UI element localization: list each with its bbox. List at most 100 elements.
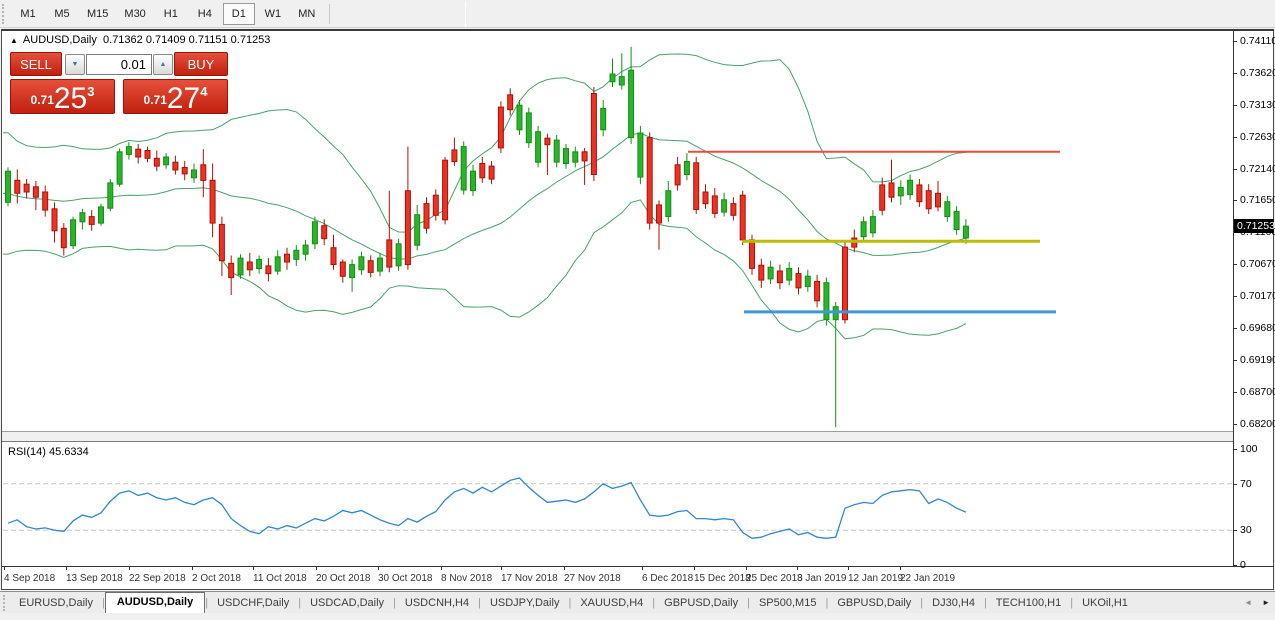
price-axis-label: 0.73620 — [1240, 67, 1275, 79]
sell-price-button[interactable]: 0.71253 — [10, 79, 115, 114]
symbol-tab-usdcnh-h4[interactable]: USDCNH,H4 — [396, 594, 478, 613]
date-axis-label: 13 Sep 2018 — [66, 573, 123, 584]
price-axis-label: 0.68700 — [1240, 386, 1275, 398]
symbol-tab-usdcad-daily[interactable]: USDCAD,Daily — [301, 594, 393, 613]
date-axis-label: 22 Jan 2019 — [900, 573, 955, 584]
rsi-axis-label: 0 — [1240, 559, 1246, 571]
date-axis-label: 17 Nov 2018 — [501, 573, 558, 584]
rsi-axis-tick — [1233, 449, 1237, 450]
chart-symbol-label: AUDUSD,Daily — [23, 34, 97, 46]
sell-price-pipette: 3 — [87, 84, 94, 99]
date-axis-label: 27 Nov 2018 — [564, 573, 621, 584]
pane-splitter[interactable] — [2, 441, 1233, 442]
lot-size-input[interactable]: 0.01 — [86, 54, 152, 75]
sell-button[interactable]: SELL — [10, 52, 62, 76]
price-axis-tick — [1233, 73, 1237, 74]
date-axis-tick — [694, 567, 695, 570]
status-strip — [0, 613, 1275, 620]
date-axis-label: 3 Jan 2019 — [797, 573, 847, 584]
date-axis-tick — [316, 567, 317, 570]
date-axis-label: 20 Oct 2018 — [316, 573, 370, 584]
date-axis-tick — [501, 567, 502, 570]
price-axis-tick — [1233, 296, 1237, 297]
symbol-tab-usdchf-daily[interactable]: USDCHF,Daily — [208, 594, 298, 613]
date-axis-label: 25 Dec 2018 — [746, 573, 803, 584]
date-axis-tick — [797, 567, 798, 570]
buy-price-pipette: 4 — [200, 84, 207, 99]
price-axis-tick — [1233, 41, 1237, 42]
symbol-tab-ukoil-h1[interactable]: UKOil,H1 — [1073, 594, 1137, 613]
current-price-badge: 0.71253 — [1234, 219, 1274, 233]
tab-scroll-right-icon[interactable]: ► — [1257, 598, 1275, 613]
date-axis-tick — [192, 567, 193, 570]
price-axis-tick — [1233, 328, 1237, 329]
rsi-axis-label: 30 — [1240, 524, 1252, 536]
pane-splitter-bg[interactable] — [2, 432, 1233, 441]
date-axis-label: 22 Sep 2018 — [129, 573, 186, 584]
date-axis-label: 8 Nov 2018 — [441, 573, 492, 584]
date-axis-label: 6 Dec 2018 — [642, 573, 693, 584]
lot-increase-button[interactable]: ▲ — [153, 54, 173, 75]
date-axis-tick — [900, 567, 901, 570]
price-axis-tick — [1233, 105, 1237, 106]
symbol-tab-usdjpy-daily[interactable]: USDJPY,Daily — [481, 594, 569, 613]
one-click-trade-panel: SELL ▼ 0.01 ▲ BUY 0.71253 0.71274 — [10, 50, 228, 114]
buy-price-base: 0.71 — [144, 93, 167, 107]
date-axis-tick — [4, 567, 5, 570]
price-axis-label: 0.74110 — [1240, 35, 1275, 47]
symbol-tab-dj30-h4[interactable]: DJ30,H4 — [923, 594, 984, 613]
buy-price-button[interactable]: 0.71274 — [123, 79, 228, 114]
price-axis-tick — [1233, 200, 1237, 201]
tab-scroll-left-icon[interactable]: ◄ — [1239, 598, 1257, 613]
symbol-tab-gbpusd-daily[interactable]: GBPUSD,Daily — [655, 594, 747, 613]
price-axis-line — [1233, 31, 1234, 567]
price-axis-tick — [1233, 424, 1237, 425]
price-axis-tick — [1233, 392, 1237, 393]
rsi-axis-tick — [1233, 565, 1237, 566]
rsi-indicator-label: RSI(14) 45.6334 — [8, 446, 89, 458]
price-axis-tick — [1233, 360, 1237, 361]
rsi-axis-tick — [1233, 530, 1237, 531]
symbol-tab-gbpusd-daily[interactable]: GBPUSD,Daily — [828, 594, 920, 613]
rsi-axis-label: 100 — [1240, 443, 1258, 455]
sell-price-big: 25 — [54, 82, 87, 115]
buy-price-big: 27 — [167, 82, 200, 115]
buy-button[interactable]: BUY — [174, 52, 228, 76]
date-axis-tick — [746, 567, 747, 570]
symbol-tab-audusd-daily[interactable]: AUDUSD,Daily — [105, 592, 205, 613]
date-axis-tick — [642, 567, 643, 570]
symbol-tab-sp500-m15[interactable]: SP500,M15 — [750, 594, 825, 613]
date-axis-label: 15 Dec 2018 — [694, 573, 751, 584]
date-axis-tick — [848, 567, 849, 570]
one-click-trading-toggle-icon[interactable]: ▲ — [10, 36, 18, 45]
date-axis-tick — [564, 567, 565, 570]
chevron-down-icon: ▼ — [72, 61, 79, 68]
price-axis-tick — [1233, 264, 1237, 265]
price-axis-label: 0.69680 — [1240, 322, 1275, 334]
date-axis-tick — [129, 567, 130, 570]
rsi-axis-tick — [1233, 484, 1237, 485]
symbol-tab-eurusd-daily[interactable]: EURUSD,Daily — [10, 594, 102, 613]
tab-bar-grip-icon — [3, 595, 7, 611]
lot-decrease-button[interactable]: ▼ — [65, 54, 85, 75]
price-axis-tick — [1233, 137, 1237, 138]
sell-price-base: 0.71 — [31, 93, 54, 107]
date-axis-tick — [253, 567, 254, 570]
symbol-tab-xauusd-h4[interactable]: XAUUSD,H4 — [571, 594, 652, 613]
symbol-tab-bar: EURUSD,Daily|AUDUSD,Daily|USDCHF,Daily|U… — [0, 591, 1275, 613]
symbol-tab-tech100-h1[interactable]: TECH100,H1 — [987, 594, 1070, 613]
date-axis-label: 4 Sep 2018 — [4, 573, 55, 584]
price-axis-label: 0.70670 — [1240, 258, 1275, 270]
price-axis-label: 0.72140 — [1240, 163, 1275, 175]
date-axis-label: 30 Oct 2018 — [378, 573, 432, 584]
price-axis-label: 0.70170 — [1240, 290, 1275, 302]
date-axis-tick — [441, 567, 442, 570]
chevron-up-icon: ▲ — [160, 61, 167, 68]
rsi-axis-label: 70 — [1240, 478, 1252, 490]
price-axis-tick — [1233, 169, 1237, 170]
price-axis-label: 0.73130 — [1240, 99, 1275, 111]
date-axis-label: 11 Oct 2018 — [253, 573, 307, 584]
price-axis-label: 0.71650 — [1240, 194, 1275, 206]
date-axis-label: 2 Oct 2018 — [192, 573, 241, 584]
chart-ohlc-values: 0.71362 0.71409 0.71151 0.71253 — [103, 34, 270, 46]
